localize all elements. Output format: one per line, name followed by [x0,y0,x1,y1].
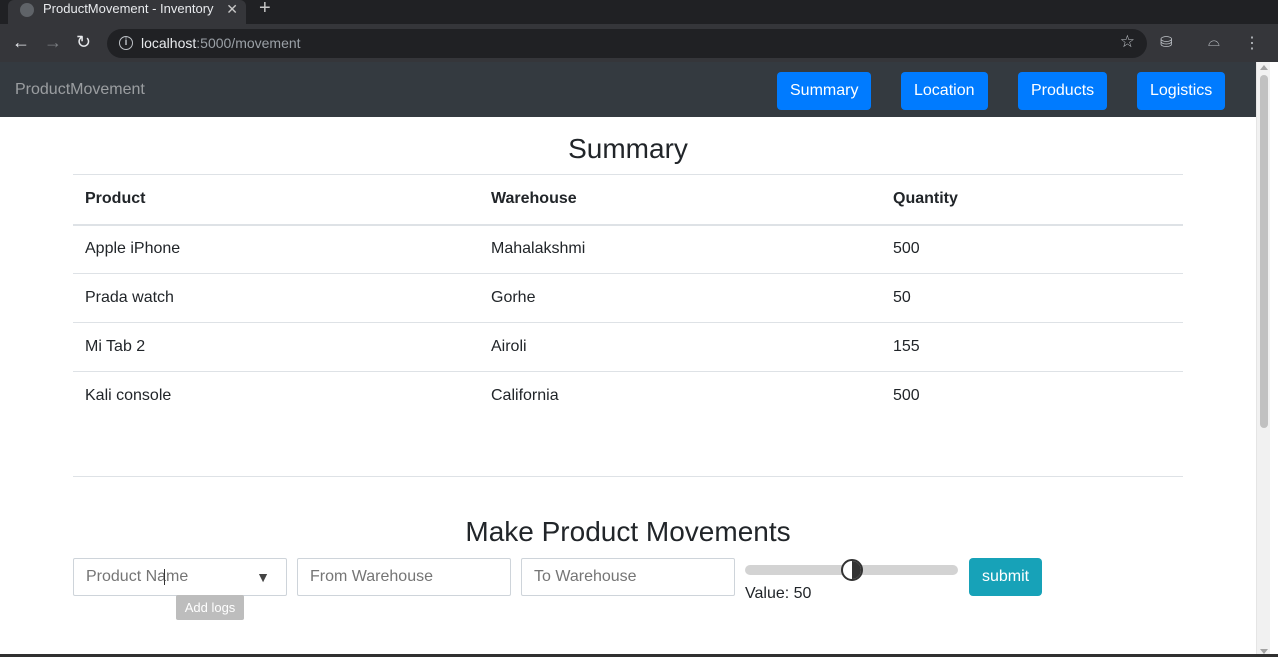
cell-product: Apple iPhone [73,224,479,274]
to-warehouse-placeholder: To Warehouse [534,568,637,585]
cell-quantity: 155 [881,322,1183,372]
text-cursor-icon [164,569,166,585]
movement-heading: Make Product Movements [465,516,791,547]
table-row: Kali console California 500 [73,371,1183,421]
column-header-quantity: Quantity [881,174,1183,226]
back-arrow-icon[interactable]: ← [12,32,30,52]
browser-menu-icon[interactable]: ⋮ [1244,33,1260,53]
url-text: localhost:5000/movement [141,35,301,51]
new-tab-icon[interactable]: + [259,0,271,20]
column-header-warehouse: Warehouse [479,174,881,226]
cell-quantity: 500 [881,224,1183,274]
cell-warehouse: Mahalakshmi [479,224,881,274]
cell-quantity: 50 [881,273,1183,323]
scrollbar-thumb[interactable] [1260,75,1268,428]
bookmark-star-icon[interactable]: ☆ [1120,32,1135,52]
browser-toolbar: ← → ↻ i localhost:5000/movement ☆ ⛁ ⌓ ⋮ [0,24,1278,62]
cell-quantity: 500 [881,371,1183,421]
nav-logistics-button[interactable]: Logistics [1137,72,1226,110]
cell-product: Kali console [73,371,479,421]
slider-value-label: Value: 50 [745,585,812,602]
forward-arrow-icon[interactable]: → [44,32,62,52]
cell-product: Mi Tab 2 [73,322,479,372]
tab-title: ProductMovement - Inventory [43,1,214,16]
incognito-extension-icon[interactable]: ⌓ [1208,33,1220,50]
favicon-icon [20,3,34,17]
nav-summary-button[interactable]: Summary [777,72,872,110]
site-info-icon[interactable]: i [119,36,133,50]
tooltip-add-logs: Add logs [176,595,244,620]
cell-product: Prada watch [73,273,479,323]
product-name-placeholder: Product Name [86,568,189,585]
tab-close-icon[interactable]: ✕ [226,0,238,18]
section-divider [73,476,1183,477]
page-scrollbar[interactable] [1256,62,1270,657]
app-navbar: ProductMovement Summary Location Product… [0,62,1256,117]
to-warehouse-input[interactable]: To Warehouse [521,558,735,596]
cell-warehouse: Airoli [479,322,881,372]
from-warehouse-input[interactable]: From Warehouse [297,558,511,596]
browser-tab-strip: ProductMovement - Inventory ✕ + [0,0,1278,24]
slider-thumb-fill [851,561,861,579]
address-bar[interactable]: i localhost:5000/movement ☆ [107,29,1147,58]
summary-table: Product Warehouse Quantity Apple iPhone … [73,174,1183,421]
table-row: Apple iPhone Mahalakshmi 500 [73,224,1183,274]
table-row: Prada watch Gorhe 50 [73,273,1183,323]
window-edge [1270,62,1278,657]
navbar-brand[interactable]: ProductMovement [15,81,145,99]
table-header-row: Product Warehouse Quantity [73,174,1183,226]
cell-warehouse: Gorhe [479,273,881,323]
from-warehouse-placeholder: From Warehouse [310,568,433,585]
submit-button[interactable]: submit [969,558,1042,596]
scroll-up-arrow-icon[interactable] [1260,65,1268,70]
column-header-product: Product [73,174,479,226]
dropdown-caret-icon: ▼ [256,569,270,585]
table-row: Mi Tab 2 Airoli 155 [73,322,1183,372]
database-extension-icon[interactable]: ⛁ [1160,33,1173,51]
cell-warehouse: California [479,371,881,421]
nav-products-button[interactable]: Products [1018,72,1108,110]
summary-heading: Summary [568,133,688,164]
product-name-select[interactable]: Product Name ▼ [73,558,287,596]
nav-location-button[interactable]: Location [901,72,988,110]
browser-tab[interactable]: ProductMovement - Inventory ✕ [8,0,246,24]
reload-icon[interactable]: ↻ [76,32,91,52]
quantity-slider-thumb[interactable] [840,559,863,581]
